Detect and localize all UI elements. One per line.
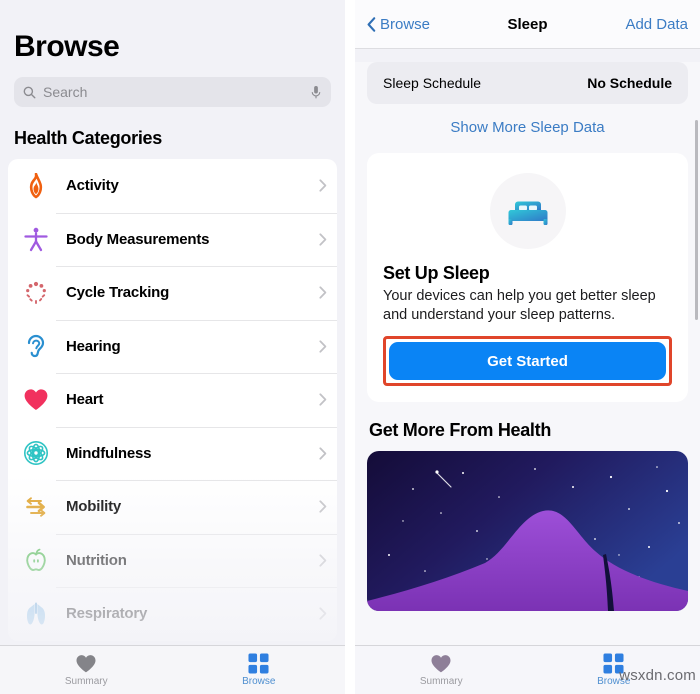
cycle-dots-icon (22, 279, 50, 307)
ear-icon (22, 332, 50, 360)
microphone-icon[interactable] (310, 85, 322, 100)
category-label: Activity (66, 177, 119, 195)
grid-icon (248, 653, 269, 674)
section-title-health-categories: Health Categories (14, 128, 162, 148)
flame-icon (22, 172, 50, 200)
health-categories-list: Activity Body Measurements Cycle Trackin… (8, 159, 337, 641)
setup-sleep-title: Set Up Sleep (383, 263, 490, 283)
lungs-icon (22, 600, 50, 628)
sleep-schedule-value: No Schedule (587, 75, 672, 91)
tab-label: Summary (64, 675, 108, 687)
tab-bar-left: Summary Browse (0, 645, 345, 694)
heart-icon (22, 386, 50, 414)
bed-icon-wrapper (383, 173, 672, 249)
navigation-bar: Browse Sleep Add Data (355, 0, 700, 49)
back-label: Browse (380, 15, 431, 33)
chevron-left-icon (367, 16, 376, 32)
body-figure-icon (22, 225, 50, 253)
chevron-right-icon (319, 607, 327, 620)
tab-label: Browse (597, 676, 631, 687)
show-more-sleep-data-link[interactable]: Show More Sleep Data (355, 119, 700, 136)
panel-divider (345, 0, 355, 694)
add-data-button[interactable]: Add Data (625, 16, 688, 33)
sleep-schedule-row[interactable]: Sleep Schedule No Schedule (367, 62, 688, 104)
chevron-right-icon (319, 500, 327, 513)
chevron-right-icon (319, 447, 327, 460)
chevron-right-icon (319, 286, 327, 299)
back-button[interactable]: Browse (367, 16, 430, 33)
category-row-nutrition[interactable]: Nutrition (8, 533, 337, 588)
setup-sleep-description: Your devices can help you get better sle… (383, 288, 656, 323)
page-title: Browse (14, 30, 120, 63)
grid-icon (603, 653, 624, 674)
category-row-activity[interactable]: Activity (8, 159, 337, 213)
category-label: Mobility (66, 498, 122, 516)
tab-browse[interactable]: Browse (173, 653, 346, 687)
search-icon (23, 86, 36, 98)
category-row-mobility[interactable]: Mobility (8, 480, 337, 534)
mobility-arrows-icon (22, 493, 50, 521)
sleep-schedule-label: Sleep Schedule (383, 75, 482, 91)
category-label: Respiratory (66, 605, 148, 623)
category-row-hearing[interactable]: Hearing (8, 319, 337, 374)
tab-summary[interactable]: Summary (355, 654, 528, 687)
chevron-right-icon (319, 233, 327, 246)
category-row-cycle-tracking[interactable]: Cycle Tracking (8, 266, 337, 320)
dual-screenshot-container: Browse Search Health Categories Activity… (0, 0, 700, 694)
get-started-button[interactable]: Get Started (389, 342, 666, 380)
category-row-mindfulness[interactable]: Mindfulness (8, 426, 337, 481)
setup-sleep-card: Set Up Sleep Your devices can help you g… (367, 153, 688, 402)
tab-browse[interactable]: Browse (528, 653, 700, 687)
apple-icon (22, 546, 50, 574)
category-label: Hearing (66, 337, 121, 355)
bed-icon-circle (489, 173, 566, 249)
category-label: Heart (66, 391, 104, 409)
category-row-heart[interactable]: Heart (8, 373, 337, 427)
chevron-right-icon (319, 393, 327, 406)
search-placeholder: Search (43, 84, 88, 100)
category-label: Cycle Tracking (66, 284, 170, 302)
heart-icon (76, 654, 96, 672)
chevron-right-icon (319, 179, 327, 192)
search-input[interactable]: Search (14, 77, 331, 107)
night-sky-hills-illustration[interactable] (367, 451, 688, 611)
category-row-body-measurements[interactable]: Body Measurements (8, 212, 337, 267)
scrollbar-indicator[interactable] (695, 120, 698, 320)
category-label: Mindfulness (66, 444, 152, 462)
browse-screen: Browse Search Health Categories Activity… (0, 0, 345, 694)
sleep-screen: Browse Sleep Add Data Sleep Schedule No … (355, 0, 700, 694)
chevron-right-icon (319, 340, 327, 353)
category-row-respiratory[interactable]: Respiratory (8, 587, 337, 641)
section-title-get-more-from-health: Get More From Health (369, 420, 552, 440)
category-label: Body Measurements (66, 230, 210, 248)
get-started-highlight-box: Get Started (383, 336, 672, 386)
tab-bar-right: Summary Browse (355, 645, 700, 694)
sleep-content: Sleep Schedule No Schedule Show More Sle… (355, 62, 700, 694)
tab-label: Browse (242, 676, 276, 687)
heart-icon (431, 654, 451, 672)
browse-header: Browse Search Health Categories (0, 0, 345, 149)
tab-summary[interactable]: Summary (0, 654, 173, 687)
mindfulness-flower-icon (22, 439, 50, 467)
tab-label: Summary (419, 675, 463, 687)
category-label: Nutrition (66, 551, 127, 569)
bed-icon (508, 201, 547, 225)
chevron-right-icon (319, 554, 327, 567)
